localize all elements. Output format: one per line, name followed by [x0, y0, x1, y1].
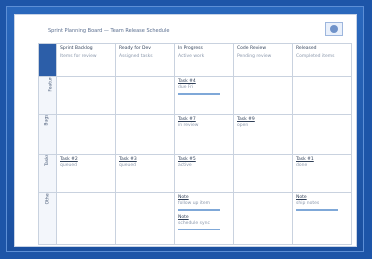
- task-card[interactable]: Note schedule sync: [178, 215, 230, 230]
- task-card[interactable]: Task #4 due Fri: [178, 79, 230, 95]
- grid-cell[interactable]: Task #1 done: [292, 154, 352, 193]
- task-meta: due Fri: [178, 85, 194, 90]
- task-progress-line: [178, 93, 220, 95]
- grid-corner: [38, 43, 57, 77]
- lane-header[interactable]: Other: [38, 192, 57, 245]
- task-card[interactable]: Task #2 queued: [60, 157, 112, 169]
- column-name: Code Review: [237, 46, 267, 51]
- lane-label: Other: [45, 192, 51, 205]
- grid-cell[interactable]: [233, 192, 293, 245]
- task-card[interactable]: Task #1 done: [296, 157, 348, 169]
- grid-cell[interactable]: Note ship notes: [292, 192, 352, 245]
- column-header-0[interactable]: Sprint Backlog Items for review: [56, 43, 116, 77]
- grid-cell[interactable]: [115, 114, 175, 155]
- grid-cell[interactable]: Note follow up item Note schedule sync: [174, 192, 234, 245]
- task-meta: in review: [178, 123, 199, 128]
- grid-cell[interactable]: Task #5 active: [174, 154, 234, 193]
- column-subtitle: Pending review: [237, 54, 272, 59]
- planner-grid: Sprint Backlog Items for review Ready fo…: [38, 43, 352, 245]
- task-meta: follow up item: [178, 201, 211, 206]
- grid-cell[interactable]: [56, 192, 116, 245]
- lane-label: Features: [48, 76, 54, 92]
- grid-cell[interactable]: Task #3 queued: [115, 154, 175, 193]
- column-subtitle: Assigned tasks: [119, 54, 153, 59]
- task-meta: active: [178, 163, 192, 168]
- column-name: In Progress: [178, 46, 203, 51]
- task-card[interactable]: Note follow up item: [178, 195, 230, 211]
- grid-cell[interactable]: [292, 114, 352, 155]
- task-meta: queued: [60, 163, 77, 168]
- task-meta: open: [237, 123, 249, 128]
- grid-cell[interactable]: [56, 114, 116, 155]
- lane-row: Features Task #4 due Fri: [38, 76, 352, 115]
- column-name: Sprint Backlog: [60, 46, 93, 51]
- grid-cell[interactable]: Task #4 due Fri: [174, 76, 234, 115]
- lane-label: Bugs: [44, 114, 50, 126]
- task-card[interactable]: Task #9 open: [237, 117, 289, 129]
- task-card[interactable]: Task #5 active: [178, 157, 230, 169]
- lane-row: Bugs Task #7 in review Task #9 open: [38, 114, 352, 155]
- page-title: Sprint Planning Board — Team Release Sch…: [48, 28, 170, 34]
- grid-cell[interactable]: [292, 76, 352, 115]
- column-subtitle: Items for review: [60, 54, 97, 59]
- grid-cell[interactable]: Task #9 open: [233, 114, 293, 155]
- lane-header[interactable]: Features: [38, 76, 57, 115]
- column-header-3[interactable]: Code Review Pending review: [233, 43, 293, 77]
- grid-cell[interactable]: [233, 154, 293, 193]
- task-meta: queued: [119, 163, 136, 168]
- app-logo-icon: [325, 22, 343, 36]
- task-meta: done: [296, 163, 308, 168]
- task-meta: schedule sync: [178, 220, 210, 226]
- lane-header[interactable]: Tasks: [38, 154, 57, 193]
- lane-label: Tasks: [45, 154, 51, 167]
- grid-cell[interactable]: [233, 76, 293, 115]
- grid-cell[interactable]: Task #7 in review: [174, 114, 234, 155]
- grid-cell[interactable]: [115, 76, 175, 115]
- task-card[interactable]: Task #3 queued: [119, 157, 171, 169]
- task-meta: ship notes: [296, 201, 320, 206]
- planner-body: Features Task #4 due Fri Bugs Task #7 in revi…: [38, 76, 352, 245]
- lane-header[interactable]: Bugs: [38, 114, 57, 155]
- column-header-1[interactable]: Ready for Dev Assigned tasks: [115, 43, 175, 77]
- grid-cell[interactable]: [56, 76, 116, 115]
- column-header-row: Sprint Backlog Items for review Ready fo…: [38, 43, 352, 77]
- lane-row: Tasks Task #2 queued Task #3 queued Task #5 ac…: [38, 154, 352, 193]
- task-progress-line: [178, 228, 220, 230]
- column-header-2[interactable]: In Progress Active work: [174, 43, 234, 77]
- column-name: Released: [296, 46, 317, 51]
- lane-row: Other Note follow up item Note schedule sync…: [38, 192, 352, 245]
- column-name: Ready for Dev: [119, 46, 151, 51]
- task-card[interactable]: Note ship notes: [296, 195, 348, 211]
- grid-cell[interactable]: Task #2 queued: [56, 154, 116, 193]
- grid-cell[interactable]: [115, 192, 175, 245]
- task-progress-line: [296, 209, 338, 211]
- column-header-4[interactable]: Released Completed items: [292, 43, 352, 77]
- column-subtitle: Active work: [178, 54, 205, 59]
- column-subtitle: Completed items: [296, 54, 335, 59]
- task-progress-line: [178, 209, 220, 211]
- task-card[interactable]: Task #7 in review: [178, 117, 230, 129]
